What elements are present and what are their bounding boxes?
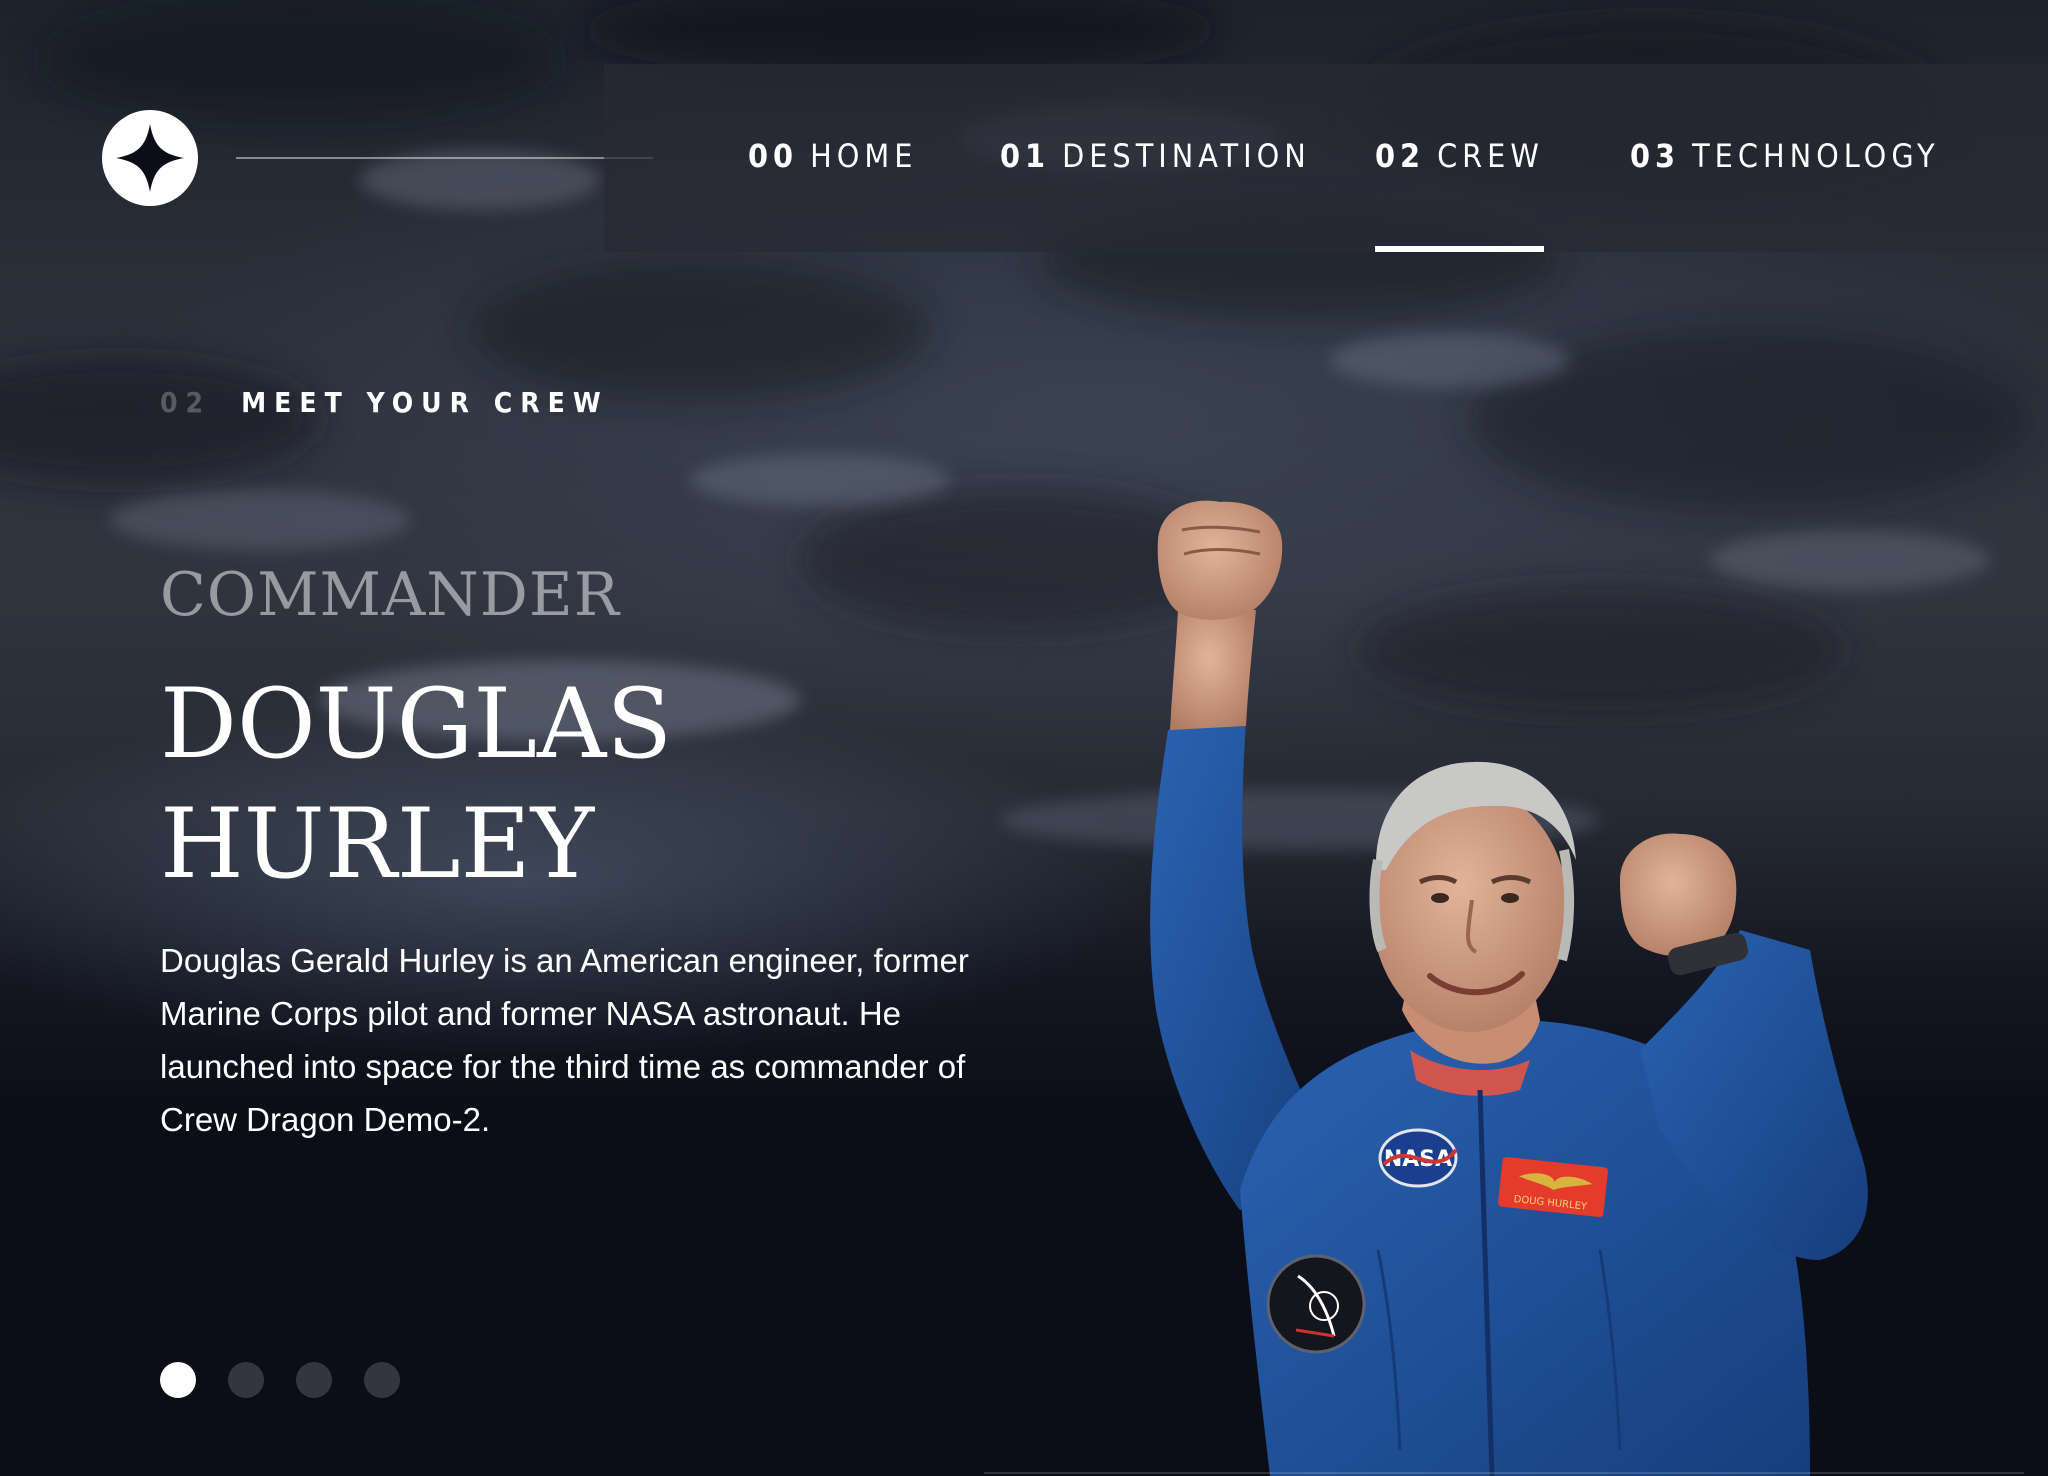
nav-item-label: DESTINATION	[1062, 137, 1311, 175]
nav-item-number: 01	[1000, 137, 1051, 175]
nav-item-crew[interactable]: 02 CREW	[1375, 64, 1544, 252]
header-divider-line	[236, 157, 653, 159]
pagination-dot-2[interactable]	[228, 1362, 264, 1398]
nav-item-number: 02	[1375, 137, 1426, 175]
crew-name-last: HURLEY	[160, 788, 595, 900]
nav-item-number: 03	[1630, 137, 1681, 175]
pagination-dot-1[interactable]	[160, 1362, 196, 1398]
main-navigation: 00 HOME 01 DESTINATION 02 CREW 03 TECHNOLOGY	[604, 64, 2048, 252]
pagination-dot-3[interactable]	[296, 1362, 332, 1398]
crew-page: 00 HOME 01 DESTINATION 02 CREW 03 TECHNOLOGY…	[0, 0, 2048, 1476]
nav-item-number: 00	[748, 137, 799, 175]
crew-member-image: NASA DOUG HURLEY	[1150, 500, 1868, 1476]
crew-bio: Douglas Gerald Hurley is an American eng…	[160, 942, 969, 1138]
crew-name-first: DOUGLAS	[160, 668, 673, 780]
four-point-star-logo-icon[interactable]	[102, 110, 198, 206]
nav-item-home[interactable]: 00 HOME	[748, 64, 917, 252]
nav-active-indicator	[1375, 246, 1544, 252]
site-header: 00 HOME 01 DESTINATION 02 CREW 03 TECHNOLOGY	[0, 64, 2048, 252]
nav-item-label: CREW	[1437, 137, 1544, 175]
nav-item-label: HOME	[810, 137, 918, 175]
section-title: MEET YOUR CREW	[241, 386, 609, 419]
crew-role: COMMANDER	[160, 560, 620, 630]
nav-item-technology[interactable]: 03 TECHNOLOGY	[1630, 64, 1940, 252]
section-number: 02	[160, 386, 212, 419]
crew-name: DOUGLAS HURLEY	[160, 664, 920, 904]
nav-item-destination[interactable]: 01 DESTINATION	[1000, 64, 1311, 252]
nav-item-label: TECHNOLOGY	[1692, 137, 1940, 175]
section-heading: 02 MEET YOUR CREW	[160, 386, 609, 419]
image-baseline-divider	[984, 1472, 2024, 1474]
pagination-dot-4[interactable]	[364, 1362, 400, 1398]
